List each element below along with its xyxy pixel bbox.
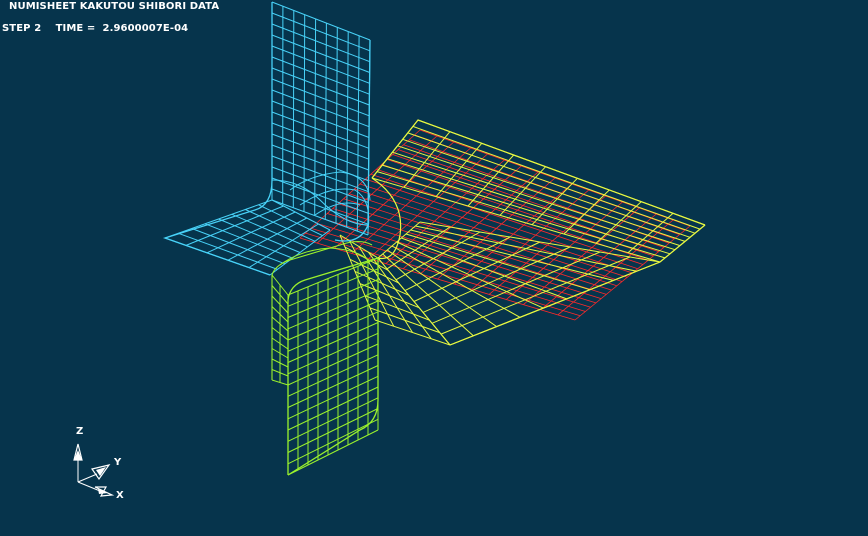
fem-viewport[interactable]: NUMISHEET KAKUTOU SHIBORI DATA STEP 2 TI… (0, 0, 868, 536)
blank-sheet-mesh (339, 119, 706, 346)
z-axis-label: Z (76, 426, 83, 437)
y-axis-label: Y (113, 457, 122, 468)
die-mesh (162, 1, 371, 276)
xyz-axis-triad-icon: Z Y X (73, 426, 124, 501)
mesh-scene[interactable]: Z Y X (0, 0, 868, 536)
x-axis-label: X (116, 490, 124, 501)
punch-mesh (271, 240, 379, 476)
